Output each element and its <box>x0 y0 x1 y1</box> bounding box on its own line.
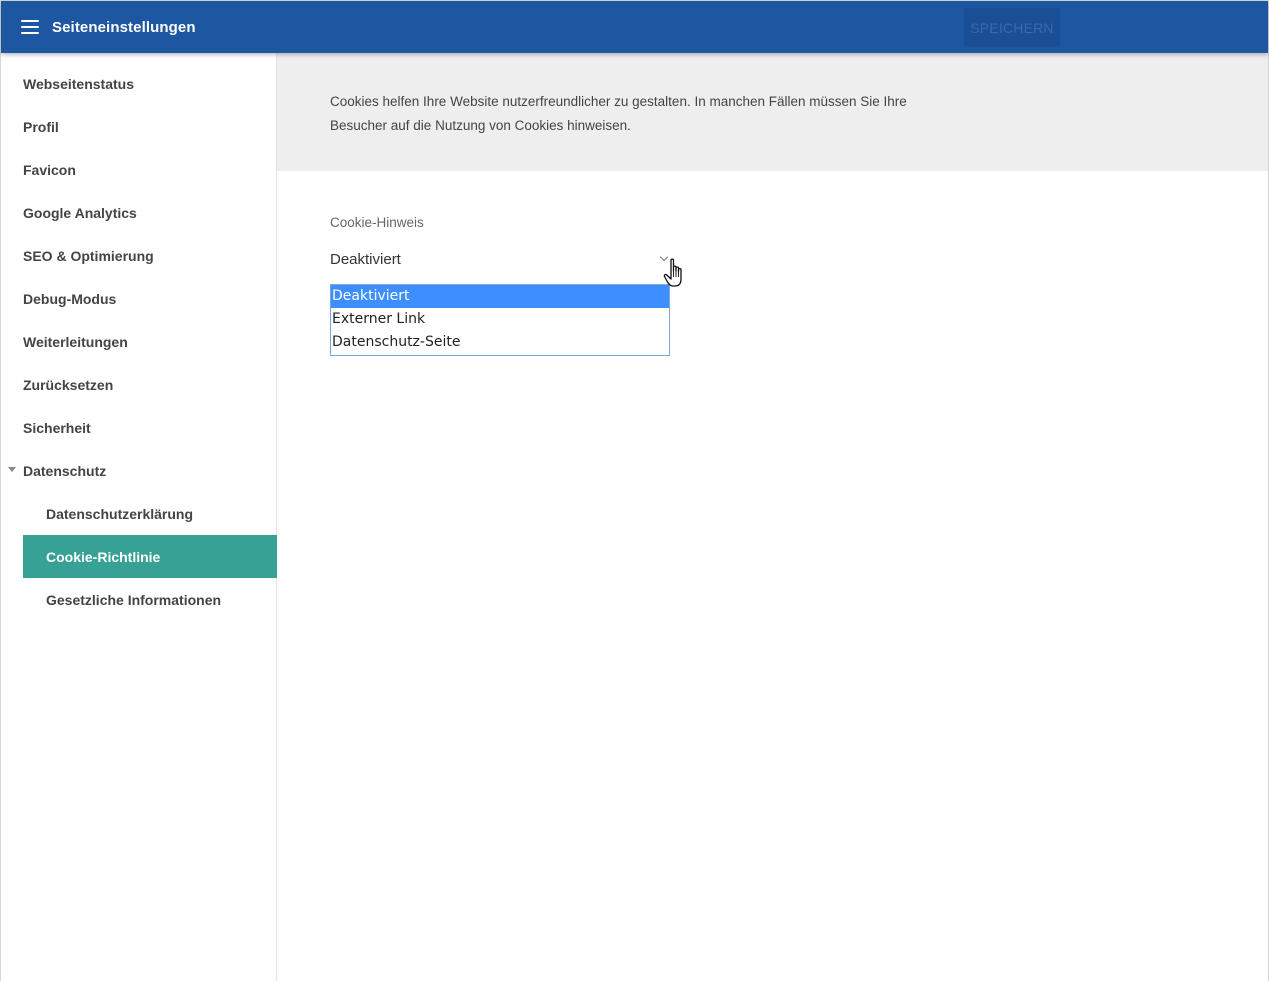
hamburger-menu-icon[interactable] <box>21 20 39 34</box>
app-window: Seiteneinstellungen SPEICHERN Webseitens… <box>0 0 1269 981</box>
sidebar-subitem-cookie-richtlinie[interactable]: Cookie-Richtlinie <box>23 535 277 578</box>
sidebar-item-label: Cookie-Richtlinie <box>46 548 161 565</box>
dropdown-option-datenschutz-seite[interactable]: Datenschutz-Seite <box>331 331 669 354</box>
caret-down-icon[interactable] <box>8 467 16 472</box>
cookie-hinweis-label: Cookie-Hinweis <box>330 215 424 230</box>
sidebar-item-label: Weiterleitungen <box>23 333 128 350</box>
sidebar-item-label: Datenschutz <box>23 462 107 479</box>
cookie-hinweis-select[interactable]: Deaktiviert <box>330 249 670 271</box>
sidebar-item-label: Zurücksetzen <box>23 376 114 393</box>
dropdown-option-externer-link[interactable]: Externer Link <box>331 308 669 331</box>
dropdown-list: Deaktiviert Externer Link Datenschutz-Se… <box>330 284 670 356</box>
sidebar-item-favicon[interactable]: Favicon <box>23 148 277 191</box>
sidebar-item-label: Favicon <box>23 161 76 178</box>
sidebar-item-label: SEO & Optimierung <box>23 247 154 264</box>
info-text: Cookies helfen Ihre Website nutzerfreund… <box>330 90 950 138</box>
sidebar-item-datenschutz[interactable]: Datenschutz <box>8 449 277 492</box>
sidebar-item-label: Gesetzliche Informationen <box>46 591 222 608</box>
sidebar-subitem-gesetzliche-informationen[interactable]: Gesetzliche Informationen <box>23 578 277 621</box>
sidebar-item-label: Webseitenstatus <box>23 75 134 92</box>
sidebar-item-label: Sicherheit <box>23 419 91 436</box>
sidebar-item-profil[interactable]: Profil <box>23 105 277 148</box>
hand-pointer-cursor-icon <box>663 258 682 287</box>
info-panel: Cookies helfen Ihre Website nutzerfreund… <box>277 53 1268 171</box>
sidebar-item-seo[interactable]: SEO & Optimierung <box>23 234 277 277</box>
sidebar-item-label: Datenschutzerklärung <box>46 505 194 522</box>
sidebar-item-debug-modus[interactable]: Debug-Modus <box>23 277 277 320</box>
sidebar-subitem-datenschutzerklaerung[interactable]: Datenschutzerklärung <box>23 492 277 535</box>
top-app-bar: Seiteneinstellungen SPEICHERN <box>1 1 1268 53</box>
sidebar-item-label: Google Analytics <box>23 204 137 221</box>
sidebar-item-sicherheit[interactable]: Sicherheit <box>23 406 277 449</box>
sidebar: Webseitenstatus Profil Favicon Google An… <box>1 53 277 981</box>
sidebar-item-weiterleitungen[interactable]: Weiterleitungen <box>23 320 277 363</box>
sidebar-item-google-analytics[interactable]: Google Analytics <box>23 191 277 234</box>
sidebar-item-webseitenstatus[interactable]: Webseitenstatus <box>23 62 277 105</box>
info-text-line: Besucher auf die Nutzung von Cookies hin… <box>330 118 631 133</box>
save-button[interactable]: SPEICHERN <box>964 8 1060 47</box>
select-value: Deaktiviert <box>330 251 401 268</box>
sidebar-item-label: Profil <box>23 118 59 135</box>
dropdown-option-deaktiviert[interactable]: Deaktiviert <box>331 285 669 308</box>
main-content: Cookies helfen Ihre Website nutzerfreund… <box>277 53 1268 981</box>
sidebar-item-zuruecksetzen[interactable]: Zurücksetzen <box>23 363 277 406</box>
sidebar-item-label: Debug-Modus <box>23 290 117 307</box>
info-text-line: Cookies helfen Ihre Website nutzerfreund… <box>330 94 907 109</box>
page-title: Seiteneinstellungen <box>52 18 196 36</box>
